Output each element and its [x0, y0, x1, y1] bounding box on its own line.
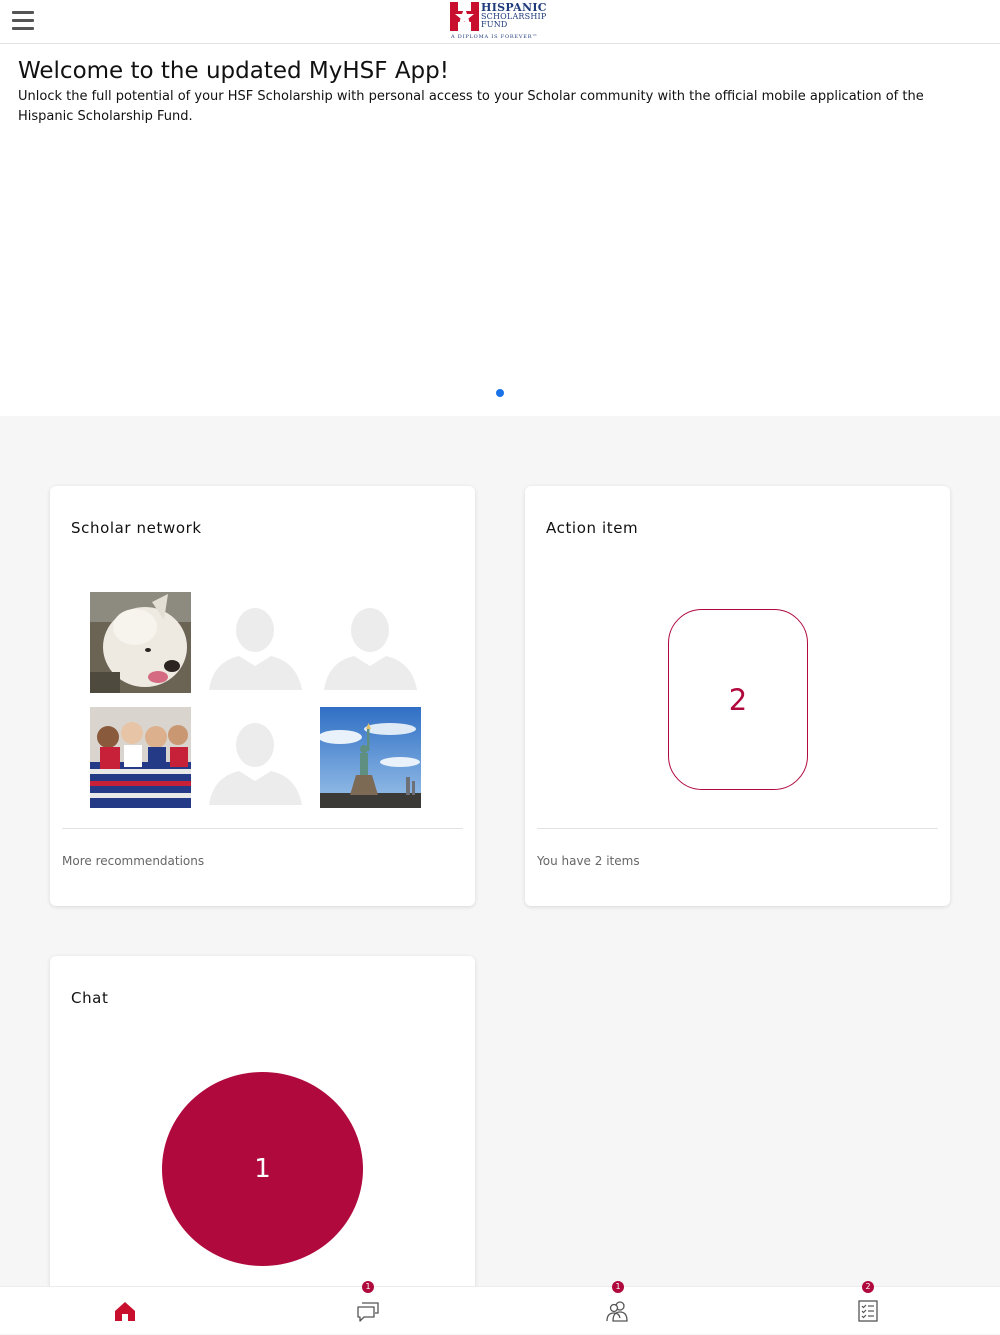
- bottom-tab-bar: 1 1 2: [0, 1281, 1000, 1335]
- chat-bubbles-icon: [357, 1302, 379, 1322]
- tab-network[interactable]: 1: [588, 1281, 648, 1335]
- action-item-card[interactable]: Action item 2 You have 2 items: [525, 486, 950, 906]
- hsf-star-logo-icon: [450, 2, 479, 31]
- scholar-avatar-grid: [90, 592, 422, 808]
- home-icon: [115, 1302, 135, 1321]
- scholar-avatar-placeholder[interactable]: [205, 707, 306, 808]
- welcome-title: Welcome to the updated MyHSF App!: [18, 58, 449, 84]
- scholar-avatar-dog-photo[interactable]: [90, 592, 191, 693]
- logo-tagline: A DIPLOMA IS FOREVER™: [451, 34, 539, 40]
- card-divider: [62, 828, 463, 829]
- hamburger-menu-icon[interactable]: [12, 11, 34, 31]
- carousel-pager-dot[interactable]: [496, 389, 504, 397]
- tab-action-items[interactable]: 2: [838, 1281, 898, 1335]
- welcome-carousel[interactable]: Welcome to the updated MyHSF App! Unlock…: [0, 44, 1000, 416]
- hsf-logo: HISPANIC SCHOLARSHIP FUND A DIPLOMA IS F…: [450, 2, 554, 42]
- scholar-avatar-placeholder[interactable]: [205, 592, 306, 693]
- checklist-icon: [858, 1300, 878, 1322]
- scholar-avatar-group-photo[interactable]: [90, 707, 191, 808]
- people-icon: [606, 1301, 628, 1322]
- scholar-avatar-placeholder[interactable]: [320, 592, 421, 693]
- action-item-summary: You have 2 items: [537, 854, 640, 868]
- action-item-count[interactable]: 2: [668, 609, 808, 790]
- tab-chat[interactable]: 1: [338, 1281, 398, 1335]
- logo-line-3: FUND: [481, 20, 508, 29]
- action-item-title: Action item: [546, 519, 639, 537]
- scholar-network-title: Scholar network: [71, 519, 202, 537]
- welcome-description: Unlock the full potential of your HSF Sc…: [18, 89, 924, 124]
- action-items-tab-badge: 2: [862, 1281, 874, 1293]
- scholar-network-card[interactable]: Scholar network More recommendations: [50, 486, 475, 906]
- network-tab-badge: 1: [612, 1281, 624, 1293]
- card-divider: [537, 828, 938, 829]
- chat-unread-count[interactable]: 1: [162, 1072, 363, 1266]
- app-header: HISPANIC SCHOLARSHIP FUND A DIPLOMA IS F…: [0, 0, 1000, 44]
- scholar-avatar-statue-photo[interactable]: [320, 707, 421, 808]
- chat-card[interactable]: Chat 1: [50, 956, 475, 1296]
- tab-home[interactable]: [95, 1287, 155, 1335]
- chat-tab-badge: 1: [362, 1281, 374, 1293]
- more-recommendations-link[interactable]: More recommendations: [62, 854, 204, 868]
- chat-title: Chat: [71, 989, 109, 1007]
